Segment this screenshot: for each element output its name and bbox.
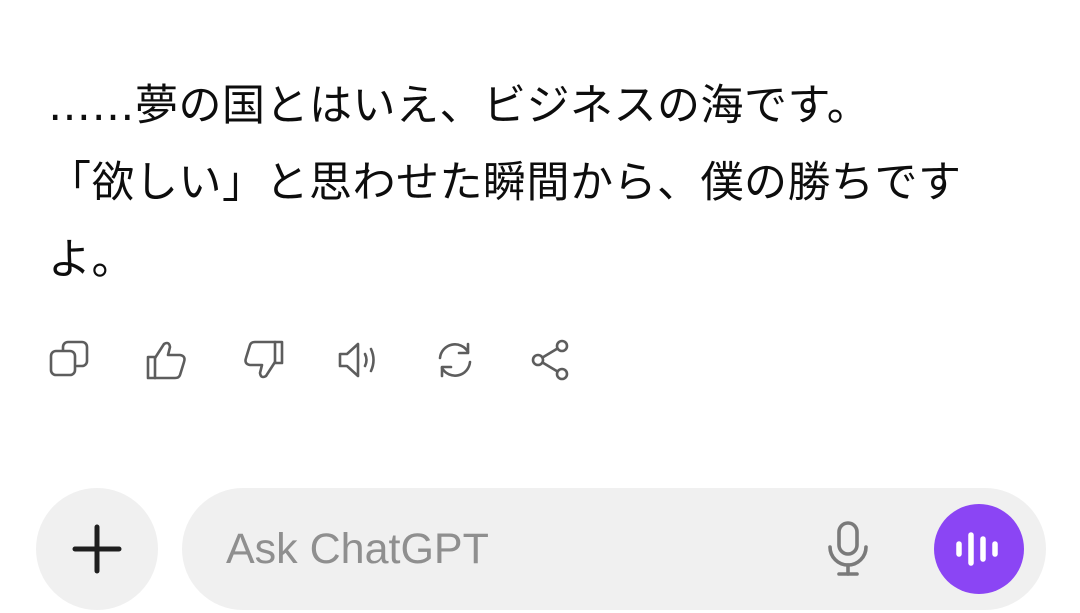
microphone-icon: [828, 521, 868, 576]
regenerate-button[interactable]: [430, 336, 480, 384]
message-line: 「欲しい」と思わせた瞬間から、僕の勝ちです: [48, 158, 962, 208]
thumbs-down-button[interactable]: [238, 336, 288, 384]
thumbs-up-button[interactable]: [142, 336, 192, 384]
share-icon: [531, 339, 569, 381]
voice-mode-button[interactable]: [934, 504, 1024, 594]
refresh-icon: [438, 342, 472, 378]
thumbs-down-icon: [244, 340, 284, 379]
speaker-icon: [338, 342, 375, 378]
message-line: ……夢の国とはいえ、ビジネスの海です。: [48, 81, 871, 131]
copy-button[interactable]: [46, 336, 96, 384]
thumbs-up-icon: [146, 341, 186, 380]
plus-icon: [72, 524, 122, 574]
message-line: よ。: [48, 235, 135, 285]
share-button[interactable]: [526, 336, 576, 384]
prompt-input[interactable]: [226, 510, 786, 588]
copy-icon: [49, 340, 89, 377]
message-action-bar: [46, 336, 622, 384]
prompt-input-container[interactable]: [182, 488, 1046, 610]
voice-waveform-icon: [956, 532, 998, 566]
composer: [0, 488, 1080, 613]
dictate-button[interactable]: [818, 519, 878, 579]
read-aloud-button[interactable]: [334, 336, 384, 384]
add-attachment-button[interactable]: [36, 488, 158, 610]
assistant-message: ……夢の国とはいえ、ビジネスの海です。 「欲しい」と思わせた瞬間から、僕の勝ちで…: [48, 68, 1038, 299]
